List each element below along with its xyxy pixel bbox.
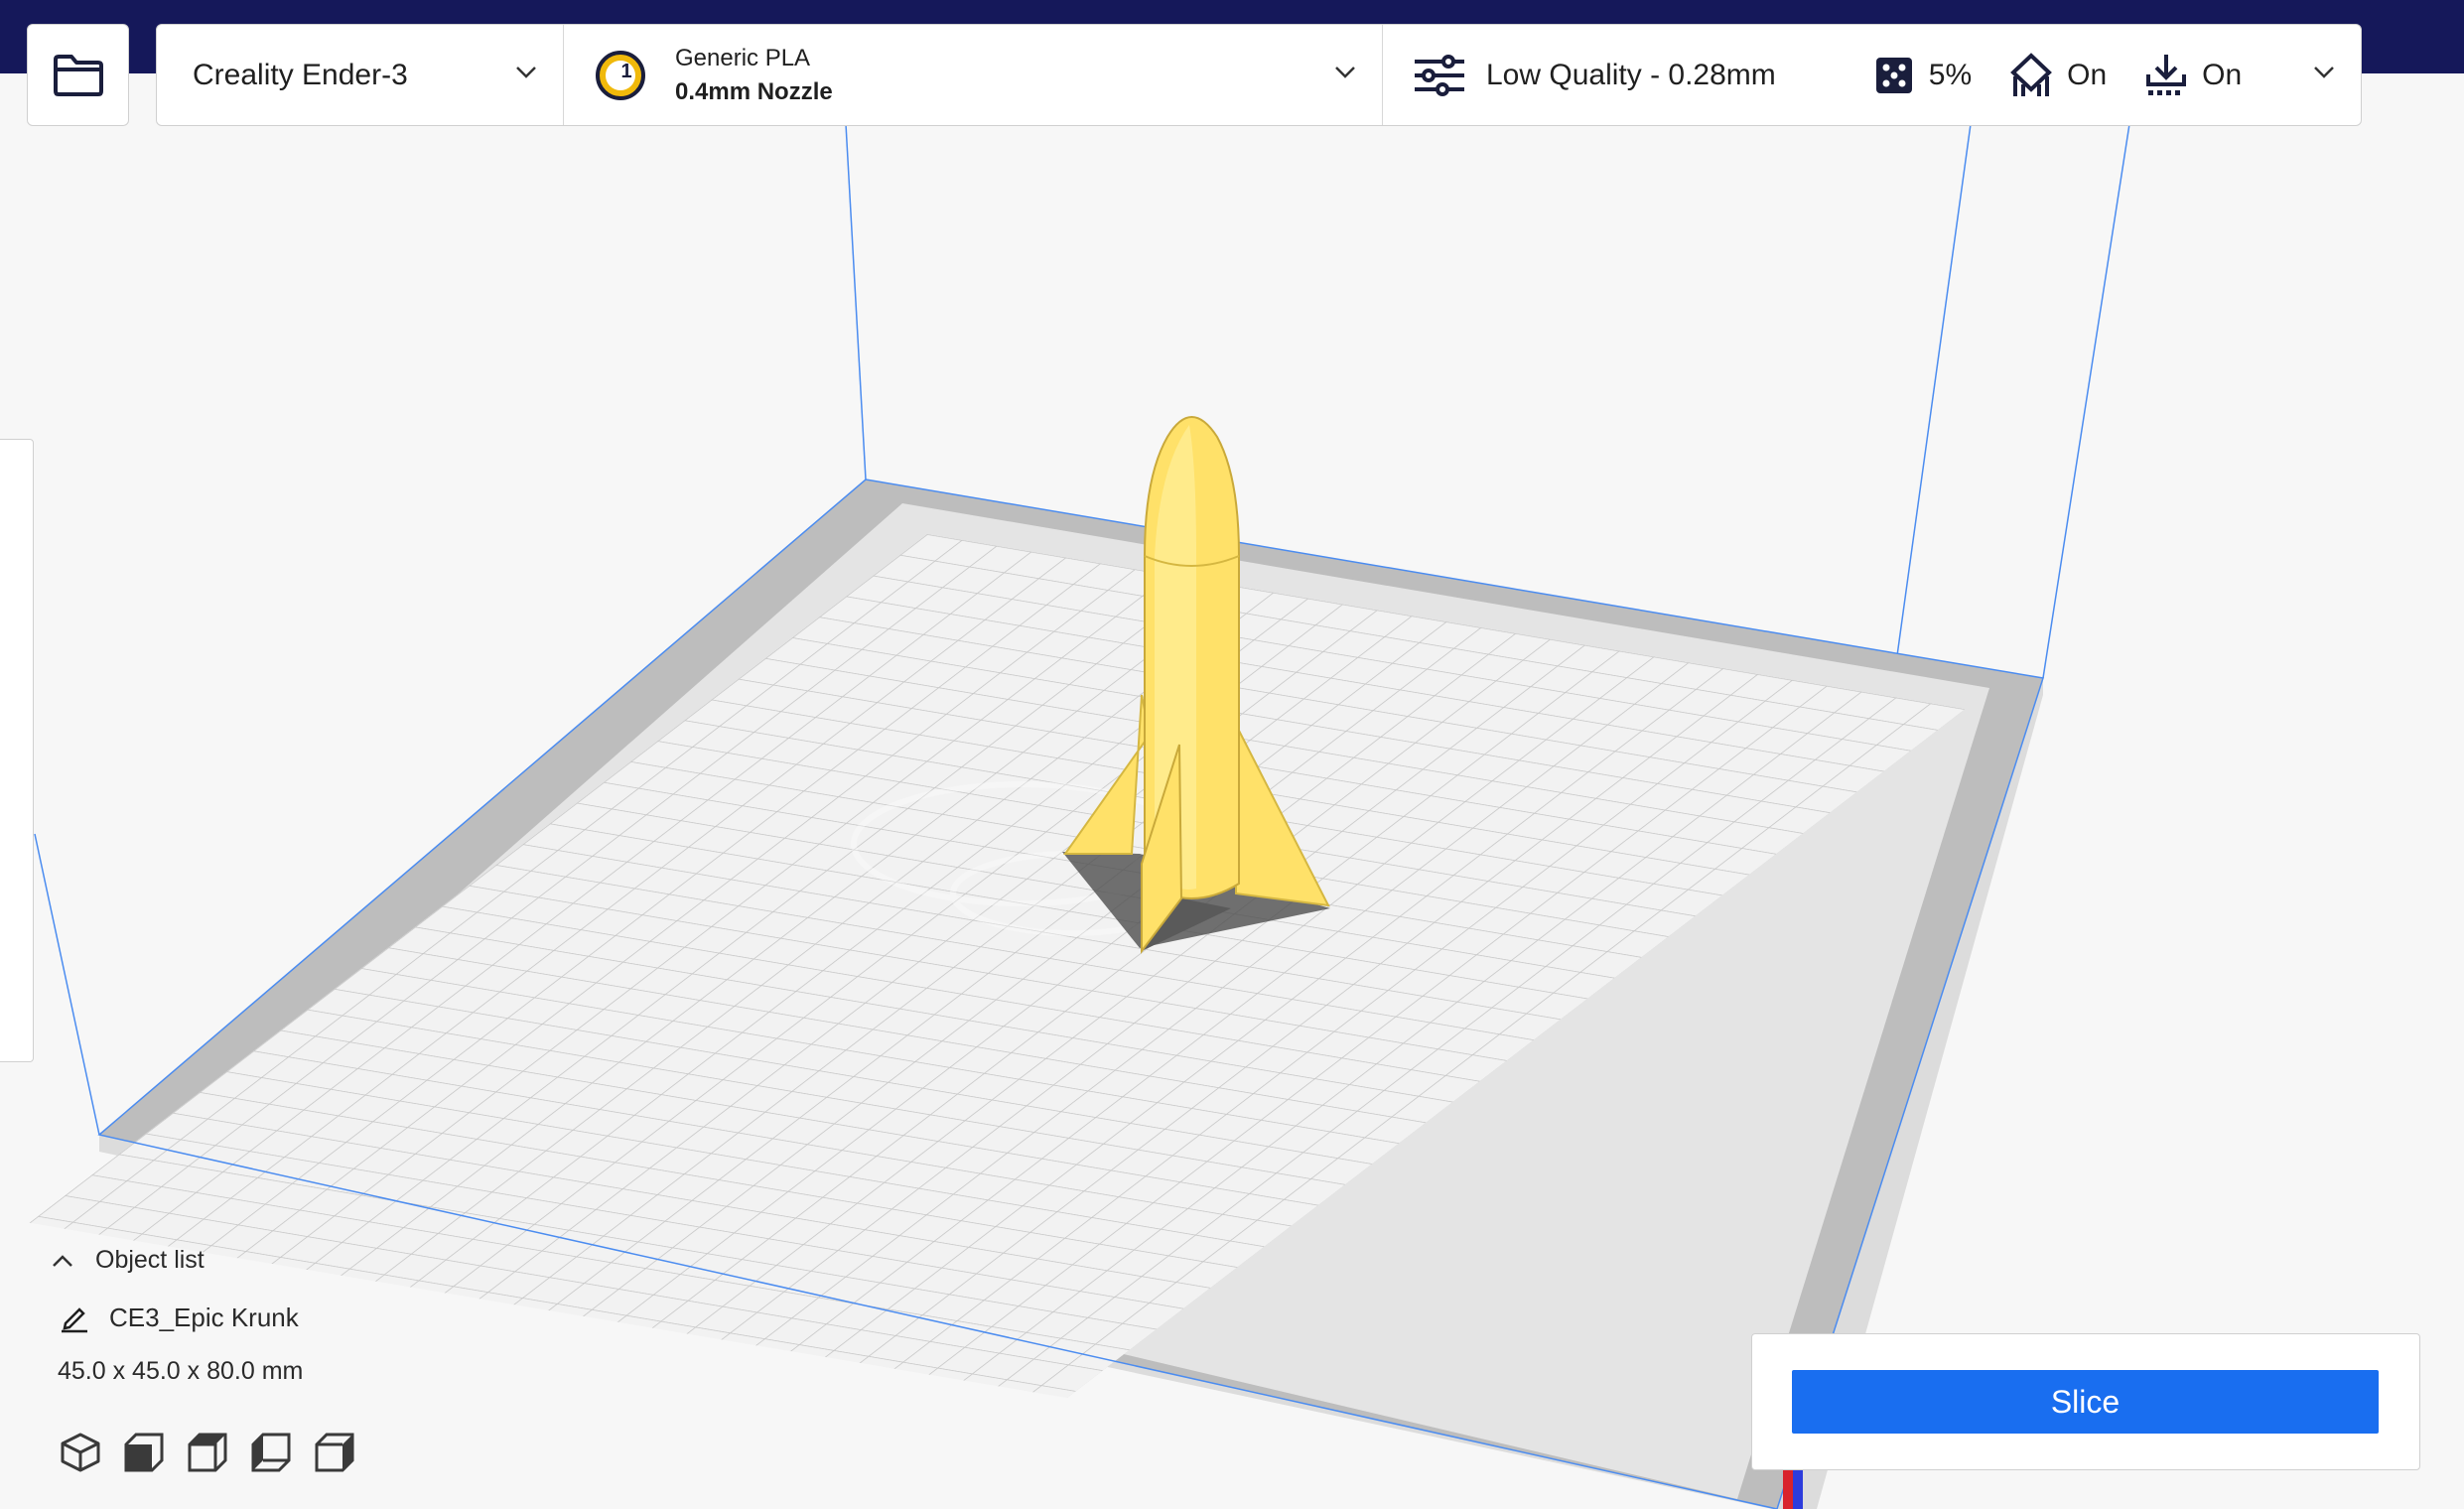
object-list-panel: Object list CE3_Epic Krunk 45.0 x 45.0 x… bbox=[50, 1246, 447, 1386]
support-value: On bbox=[2067, 58, 2108, 91]
nozzle-size: 0.4mm Nozzle bbox=[675, 77, 833, 105]
object-list-toggle[interactable]: Object list bbox=[50, 1246, 447, 1275]
support-setting: On bbox=[2009, 52, 2108, 98]
print-profile: Low Quality - 0.28mm bbox=[1486, 58, 1776, 91]
object-name-row[interactable]: CE3_Epic Krunk bbox=[60, 1303, 447, 1333]
view-left-button[interactable] bbox=[248, 1430, 294, 1475]
extruder-number: 1 bbox=[620, 61, 632, 82]
header-bar: Creality Ender-3 1 Generic PLA 0.4mm Noz… bbox=[156, 24, 2362, 126]
axis-indicator bbox=[1783, 1467, 1803, 1509]
camera-view-buttons bbox=[58, 1430, 357, 1475]
chevron-down-icon bbox=[1335, 66, 1355, 78]
adhesion-icon bbox=[2146, 54, 2187, 95]
cube-left-icon bbox=[251, 1433, 291, 1472]
material-selector[interactable]: 1 Generic PLA 0.4mm Nozzle bbox=[564, 25, 1383, 125]
view-3d-button[interactable] bbox=[58, 1430, 103, 1475]
slice-button[interactable]: Slice bbox=[1792, 1370, 2379, 1434]
left-toolbar-panel[interactable] bbox=[0, 439, 34, 1062]
support-icon bbox=[2010, 52, 2053, 96]
object-name: CE3_Epic Krunk bbox=[109, 1303, 299, 1332]
chevron-down-icon bbox=[2314, 66, 2334, 78]
cube-top-icon bbox=[188, 1433, 227, 1472]
object-list-title: Object list bbox=[95, 1246, 205, 1274]
cube-3d-icon bbox=[61, 1433, 100, 1472]
infill-value: 5% bbox=[1928, 58, 1973, 91]
adhesion-value: On bbox=[2202, 58, 2243, 91]
printer-name: Creality Ender-3 bbox=[193, 58, 408, 91]
infill-setting: 5% bbox=[1873, 55, 1972, 96]
material-name: Generic PLA bbox=[675, 44, 811, 71]
view-right-button[interactable] bbox=[312, 1430, 357, 1475]
cube-front-icon bbox=[124, 1433, 164, 1472]
edit-pencil-icon bbox=[62, 1306, 87, 1332]
print-settings-selector[interactable]: Low Quality - 0.28mm 5% On On bbox=[1383, 25, 2361, 125]
settings-sliders-icon bbox=[1415, 54, 1464, 96]
printer-selector[interactable]: Creality Ender-3 bbox=[157, 25, 564, 125]
open-file-button[interactable] bbox=[27, 24, 129, 126]
infill-icon bbox=[1875, 57, 1912, 93]
folder-icon bbox=[53, 54, 103, 96]
chevron-up-icon bbox=[53, 1254, 72, 1267]
object-dimensions: 45.0 x 45.0 x 80.0 mm bbox=[58, 1357, 304, 1385]
cube-right-icon bbox=[315, 1433, 354, 1472]
adhesion-setting: On bbox=[2144, 53, 2242, 98]
view-front-button[interactable] bbox=[121, 1430, 167, 1475]
action-panel: Slice bbox=[1751, 1333, 2420, 1470]
view-top-button[interactable] bbox=[185, 1430, 230, 1475]
chevron-down-icon bbox=[516, 66, 536, 78]
